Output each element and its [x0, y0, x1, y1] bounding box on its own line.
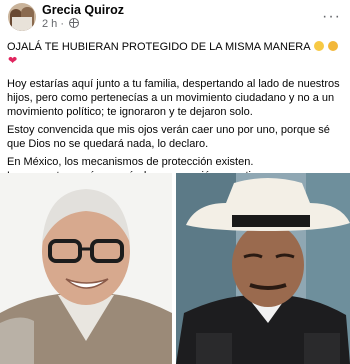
sad-face-emoji-icon	[314, 41, 325, 51]
post-body: OJALÁ TE HUBIERAN PROTEGIDO DE LA MISMA …	[7, 40, 347, 183]
post-header: Grecia Quiroz 2 h · ···	[0, 0, 350, 36]
meta-separator: ·	[60, 18, 65, 30]
image-divider	[172, 173, 176, 364]
more-options-icon[interactable]: ···	[322, 8, 341, 26]
photo-left[interactable]	[0, 173, 172, 364]
post-paragraph-2: Estoy convencida que mis ojos verán caer…	[7, 124, 330, 150]
post-paragraph-1: Hoy estarías aquí junto a tu familia, de…	[7, 78, 340, 118]
photo-left-illustration	[0, 173, 172, 364]
post-time[interactable]: 2 h	[42, 18, 57, 30]
red-heart-emoji-icon: ❤	[8, 55, 18, 67]
photo-right-illustration	[176, 173, 350, 364]
photo-right[interactable]	[176, 173, 350, 364]
post-paragraph-3-line-1: En México, los mecanismos de protección …	[7, 156, 254, 168]
cowboy-face-emoji-icon	[328, 41, 339, 51]
post-meta: 2 h ·	[42, 18, 80, 30]
globe-icon	[69, 18, 80, 28]
headline-text: OJALÁ TE HUBIERAN PROTEGIDO DE LA MISMA …	[7, 41, 310, 53]
author-name[interactable]: Grecia Quiroz	[42, 3, 124, 17]
post-headline: OJALÁ TE HUBIERAN PROTEGIDO DE LA MISMA …	[7, 40, 347, 68]
avatar[interactable]	[8, 3, 36, 31]
